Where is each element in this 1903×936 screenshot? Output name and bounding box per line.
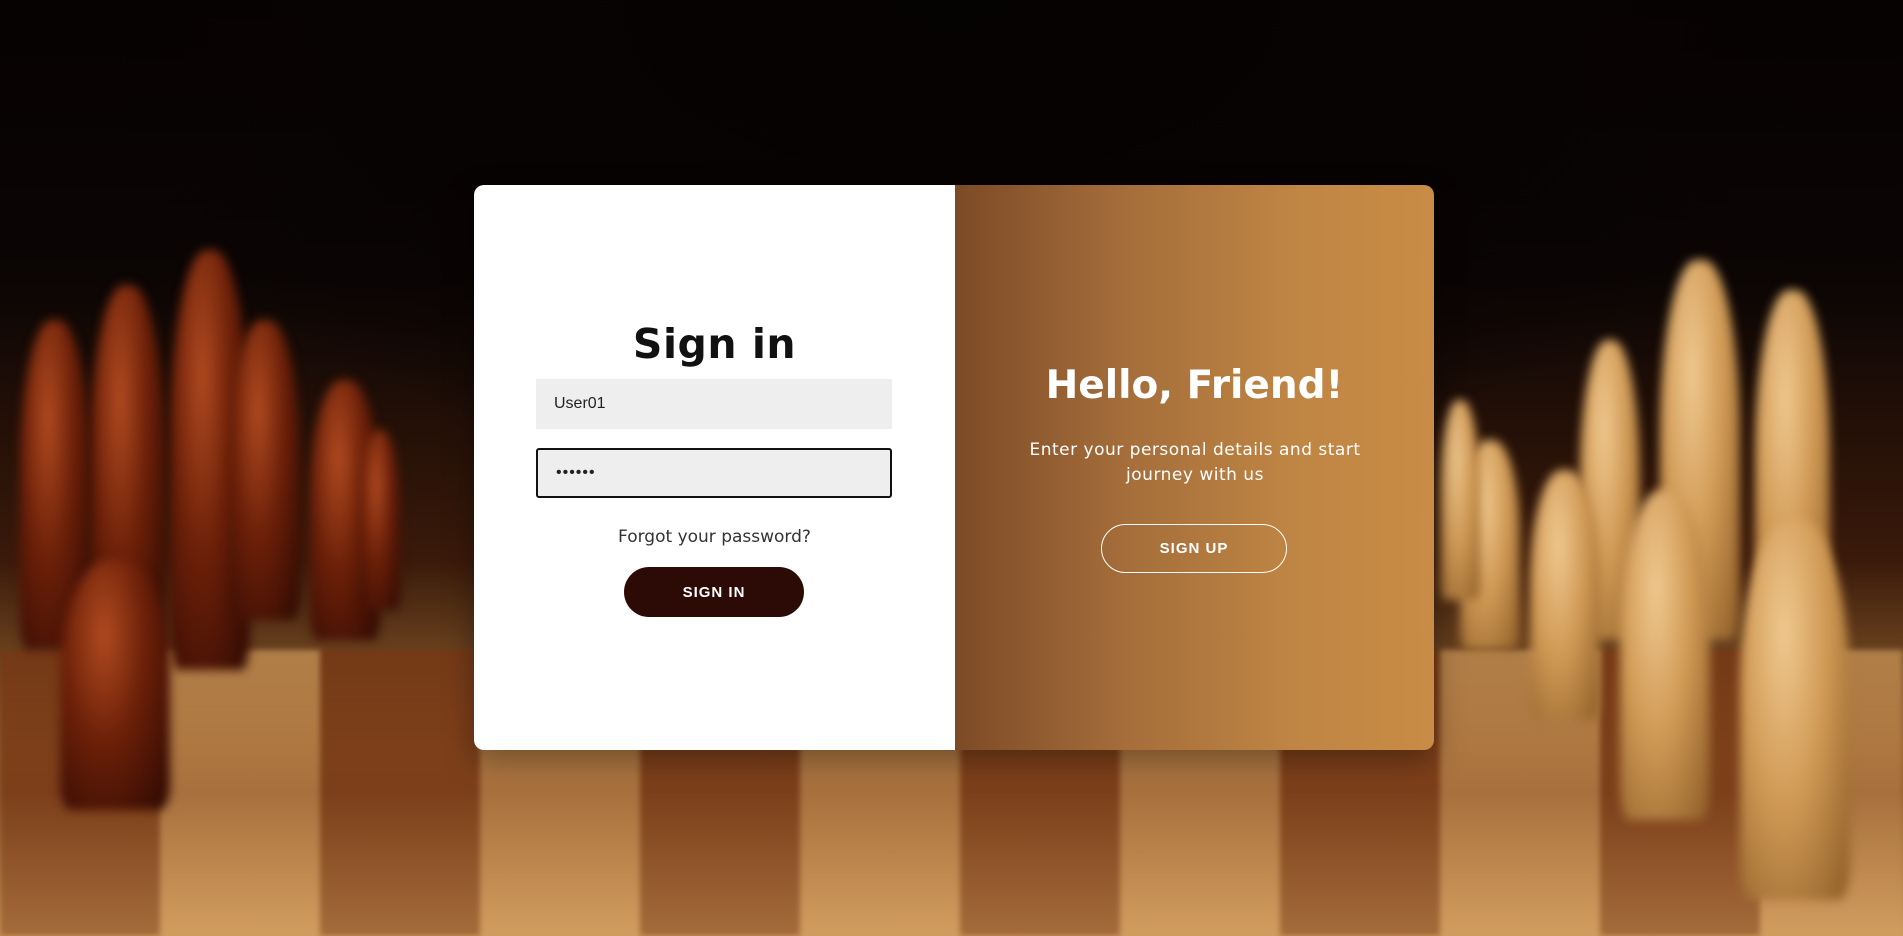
dark-chess-piece: [230, 320, 300, 620]
dark-chess-piece: [360, 430, 400, 610]
auth-card: Sign in Forgot your password? SIGN IN He…: [474, 185, 1434, 750]
light-chess-piece: [1740, 520, 1850, 900]
forgot-password-link[interactable]: Forgot your password?: [474, 527, 955, 547]
signup-button[interactable]: SIGN UP: [1101, 524, 1287, 573]
username-input[interactable]: [536, 379, 892, 429]
signin-title: Sign in: [632, 320, 797, 368]
signin-panel: Sign in Forgot your password? SIGN IN: [474, 185, 955, 750]
password-input[interactable]: [536, 448, 892, 498]
overlay-description: Enter your personal details and start jo…: [1029, 440, 1361, 485]
signup-overlay-panel: Hello, Friend! Enter your personal detai…: [955, 185, 1434, 750]
signin-button[interactable]: SIGN IN: [624, 567, 804, 617]
light-chess-piece: [1440, 400, 1480, 600]
light-chess-piece: [1620, 490, 1710, 820]
overlay-title: Hello, Friend!: [1045, 363, 1344, 408]
dark-chess-piece: [60, 560, 170, 810]
light-chess-piece: [1530, 470, 1600, 720]
